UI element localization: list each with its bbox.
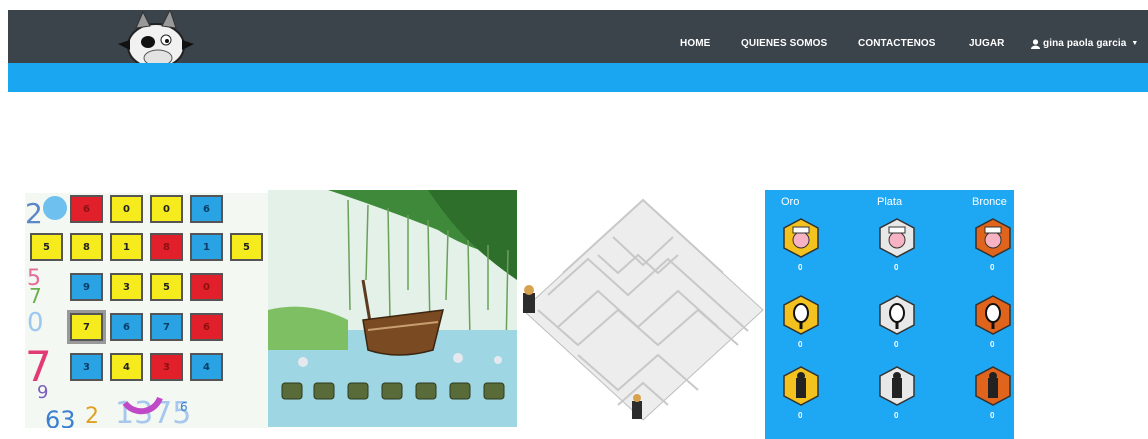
maze-scene	[522, 198, 764, 421]
svg-text:9: 9	[37, 382, 48, 403]
medal-score: 0	[798, 263, 803, 272]
user-name: gina paola garcia	[1043, 38, 1127, 49]
medal-score: 0	[990, 263, 995, 272]
nav-about[interactable]: QUIENES SOMOS	[741, 38, 827, 49]
number-tile[interactable]: 3	[70, 353, 103, 381]
medal-score: 0	[894, 263, 899, 272]
goal-figure	[632, 394, 642, 419]
number-tile[interactable]: 4	[190, 353, 223, 381]
number-tile[interactable]: 3	[110, 273, 143, 301]
svg-text:6: 6	[180, 400, 188, 414]
number-tile[interactable]: 1	[190, 233, 223, 261]
numbers-background: 2 5 7 0 7 9 63 2 1375 6	[25, 196, 191, 428]
number-tile[interactable]: 4	[110, 353, 143, 381]
medals-header-bronze: Bronce	[972, 196, 1007, 208]
player-figure	[523, 285, 535, 313]
medal-score: 0	[990, 340, 995, 349]
medal-score: 0	[990, 411, 995, 420]
game-thumbnail-numbers[interactable]: 2 5 7 0 7 9 63 2 1375 6 6006581815935076…	[25, 193, 270, 428]
boat-scene	[268, 190, 517, 427]
number-tile[interactable]: 5	[30, 233, 63, 261]
medal-face-icon	[783, 218, 819, 258]
accent-band	[8, 63, 1148, 92]
number-tile[interactable]: 9	[70, 273, 103, 301]
number-tile[interactable]: 6	[70, 195, 103, 223]
medal-chess-icon	[975, 366, 1011, 406]
number-tile[interactable]: 1	[110, 233, 143, 261]
svg-text:63: 63	[45, 406, 76, 428]
number-tile[interactable]: 5	[230, 233, 263, 261]
nav-contact[interactable]: CONTACTENOS	[858, 38, 936, 49]
number-tile[interactable]: 6	[190, 313, 223, 341]
svg-text:2: 2	[25, 197, 43, 230]
chevron-down-icon: ▼	[1131, 40, 1139, 47]
number-tile[interactable]: 8	[70, 233, 103, 261]
medal-racket-icon	[783, 295, 819, 335]
svg-text:2: 2	[85, 404, 99, 428]
number-tile[interactable]: 6	[190, 195, 223, 223]
user-icon	[1031, 38, 1040, 49]
game-thumbnail-maze[interactable]	[518, 195, 768, 427]
medal-chess-icon	[879, 366, 915, 406]
medals-header-silver: Plata	[877, 196, 903, 208]
medal-racket-icon	[879, 295, 915, 335]
nav-home[interactable]: HOME	[680, 38, 710, 49]
number-tile[interactable]: 6	[110, 313, 143, 341]
medal-score: 0	[894, 411, 899, 420]
user-menu[interactable]: gina paola garcia ▼	[1031, 38, 1138, 49]
number-tile[interactable]: 0	[110, 195, 143, 223]
number-tile[interactable]: 0	[190, 273, 223, 301]
number-tile[interactable]: 3	[150, 353, 183, 381]
number-tile[interactable]: 7	[150, 313, 183, 341]
medal-score: 0	[798, 411, 803, 420]
svg-text:0: 0	[27, 308, 44, 338]
medals-header-gold: Oro	[781, 196, 800, 208]
nav-play[interactable]: JUGAR	[969, 38, 1005, 49]
number-tile[interactable]: 5	[150, 273, 183, 301]
navbar: HOME QUIENES SOMOS CONTACTENOS JUGAR gin…	[8, 10, 1148, 69]
svg-text:7: 7	[29, 284, 42, 308]
number-tile[interactable]: 8	[150, 233, 183, 261]
number-tile[interactable]: 0	[150, 195, 183, 223]
medal-score: 0	[894, 340, 899, 349]
medal-chess-icon	[783, 366, 819, 406]
medal-face-icon	[879, 218, 915, 258]
number-tile[interactable]: 7	[67, 310, 106, 344]
game-thumbnail-medals[interactable]: Oro Plata Bronce 0 0 0 0 0 0 0 0 0	[765, 190, 1014, 439]
medal-racket-icon	[975, 295, 1011, 335]
medal-face-icon	[975, 218, 1011, 258]
game-thumbnail-boat[interactable]	[268, 190, 517, 427]
medal-score: 0	[798, 340, 803, 349]
